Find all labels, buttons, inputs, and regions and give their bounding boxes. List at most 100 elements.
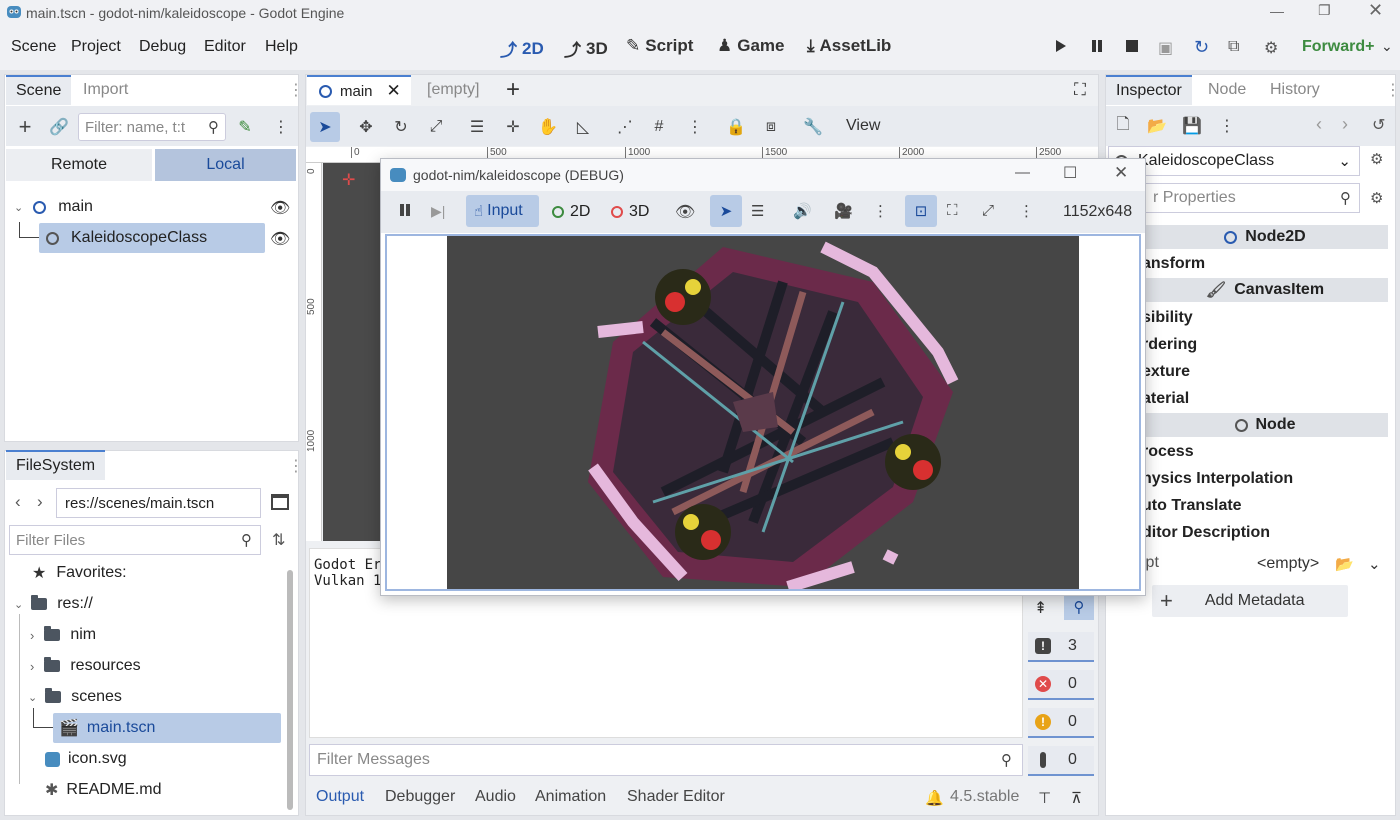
bottom-tab-animation[interactable]: Animation [535, 788, 606, 806]
pin-icon[interactable]: ⊤ [1038, 789, 1051, 807]
group-transform[interactable]: ansform [1142, 255, 1205, 273]
visibility-eye-icon[interactable]: 👁 [270, 198, 290, 218]
load-folder-icon[interactable]: 📂 [1335, 555, 1354, 573]
filter-messages-input[interactable]: Filter Messages ⚲ [309, 744, 1023, 776]
close-window-button[interactable]: ✕ [1368, 0, 1383, 21]
chevron-down-icon[interactable]: ⌄ [14, 201, 23, 214]
tree-node-kaleidoscope[interactable]: KaleidoscopeClass [39, 223, 265, 253]
filter-messages-badge[interactable]: ! 3 [1028, 632, 1094, 662]
maximize-button[interactable]: ❐ [1318, 2, 1331, 19]
fs-folder-nim[interactable]: › nim [30, 620, 96, 650]
tab-main[interactable]: main ✕ [307, 75, 411, 105]
skeleton-icon[interactable]: 🔧 [800, 114, 826, 140]
group-icon[interactable]: ⧈ [758, 114, 784, 140]
movie-maker-icon[interactable]: ⧉ [1228, 38, 1239, 56]
mode-3d-button[interactable]: 3D [611, 203, 649, 221]
select-tool-icon[interactable]: ➤ [310, 112, 340, 142]
workspace-script[interactable]: ✎ Script [626, 36, 693, 56]
dock-menu-icon[interactable]: ⋮ [288, 456, 304, 476]
fs-res-root[interactable]: ⌄ res:// [14, 589, 93, 619]
menu-debug[interactable]: Debug [139, 38, 186, 56]
group-ordering[interactable]: rdering [1142, 336, 1197, 354]
visibility-eye-icon[interactable]: 👁 [675, 202, 695, 222]
pan-tool-icon[interactable]: ✋ [535, 114, 561, 140]
chevron-down-icon[interactable]: ⌄ [1381, 38, 1393, 55]
chevron-down-icon[interactable]: ⌄ [1368, 555, 1381, 573]
menu-scene[interactable]: Scene [11, 38, 56, 56]
filter-info-badge[interactable]: 0 [1028, 746, 1094, 776]
fs-path-input[interactable]: res://scenes/main.tscn [56, 488, 261, 518]
maximize-button[interactable]: ☐ [1063, 163, 1077, 183]
fs-folder-scenes[interactable]: ⌄ scenes [28, 682, 122, 712]
profiler-icon[interactable]: ⚙ [1264, 38, 1278, 58]
fs-filter-input[interactable]: Filter Files ⚲ [9, 525, 261, 555]
tree-node-main[interactable]: ⌄ main [14, 192, 93, 222]
chevron-right-icon[interactable]: › [30, 628, 34, 643]
mode-2d-button[interactable]: 2D [552, 203, 590, 221]
fs-file-icon-svg[interactable]: icon.svg [45, 744, 127, 774]
section-node[interactable]: Node [1142, 413, 1388, 437]
embed-mode-icon[interactable]: ⊡ [905, 195, 937, 227]
scene-filter-input[interactable]: Filter: name, t:t ⚲ [78, 113, 226, 141]
size-menu-icon[interactable]: ⋮ [1019, 202, 1034, 220]
workspace-2d[interactable]: ⤴ 2D [500, 36, 544, 61]
tab-history[interactable]: History [1260, 75, 1330, 105]
visibility-eye-icon[interactable]: 👁 [270, 229, 290, 249]
pause-icon[interactable] [398, 203, 412, 217]
save-icon[interactable]: 💾 [1179, 113, 1205, 139]
history-back-icon[interactable]: ‹ [1316, 114, 1322, 135]
attach-script-icon[interactable]: ✎ [232, 114, 258, 140]
filter-warnings-badge[interactable]: ! 0 [1028, 708, 1094, 738]
bottom-tab-output[interactable]: Output [316, 788, 364, 806]
object-history-icon[interactable]: ↺ [1372, 115, 1385, 135]
group-physics-interpolation[interactable]: hysics Interpolation [1142, 470, 1293, 488]
tab-import[interactable]: Import [73, 75, 138, 105]
play-button[interactable] [1054, 38, 1068, 54]
group-texture[interactable]: exture [1142, 363, 1190, 381]
split-view-icon[interactable] [271, 494, 289, 510]
search-toggle[interactable]: ⚲ [1064, 594, 1094, 620]
fit-window-icon[interactable]: ⛶ [947, 202, 958, 219]
expand-panel-icon[interactable]: ⊼ [1071, 789, 1082, 807]
sort-icon[interactable]: ⇅ [272, 530, 285, 550]
menu-project[interactable]: Project [71, 38, 121, 56]
collapse-icon[interactable]: ⇞ [1034, 598, 1047, 618]
add-metadata-button[interactable]: + Add Metadata [1152, 585, 1348, 617]
chevron-right-icon[interactable]: › [30, 659, 34, 674]
game-viewport[interactable] [385, 234, 1141, 591]
inspector-menu-icon[interactable]: ⋮ [1214, 113, 1240, 139]
remote-button[interactable]: Remote [6, 149, 152, 181]
group-material[interactable]: aterial [1142, 390, 1189, 408]
view-menu[interactable]: View [846, 117, 880, 135]
filter-errors-badge[interactable]: ✕ 0 [1028, 670, 1094, 700]
camera-icon[interactable]: 🎥 [834, 202, 853, 220]
dock-menu-icon[interactable]: ⋮ [1385, 80, 1400, 100]
section-node2d[interactable]: Node2D [1142, 225, 1388, 249]
pause-button[interactable] [1090, 39, 1104, 53]
select-mode-icon[interactable]: ➤ [710, 195, 742, 227]
group-visibility[interactable]: sibility [1142, 309, 1193, 327]
list-select-icon[interactable]: ☰ [751, 202, 764, 220]
minimize-button[interactable]: — [1015, 164, 1030, 181]
bottom-tab-debugger[interactable]: Debugger [385, 788, 455, 806]
fs-folder-resources[interactable]: › resources [30, 651, 141, 681]
link-icon[interactable]: 🔗 [46, 114, 72, 140]
object-tools-icon[interactable]: ⚙ [1370, 150, 1383, 168]
workspace-3d[interactable]: ⤴ 3D [564, 36, 608, 61]
workspace-game[interactable]: ♟ Game [717, 36, 785, 56]
menu-editor[interactable]: Editor [204, 38, 246, 56]
section-canvasitem[interactable]: 🖌 CanvasItem [1142, 278, 1388, 302]
audio-icon[interactable]: 🔊 [793, 202, 812, 220]
rotate-tool-icon[interactable]: ↻ [388, 114, 414, 140]
distraction-free-icon[interactable]: ⛶ [1074, 80, 1086, 100]
forward-icon[interactable]: › [37, 492, 43, 512]
back-icon[interactable]: ‹ [15, 492, 21, 512]
workspace-assetlib[interactable]: ⤓ AssetLib [807, 36, 891, 56]
tab-filesystem[interactable]: FileSystem [6, 450, 106, 480]
fs-scrollbar[interactable] [287, 570, 293, 810]
script-value[interactable]: <empty> [1257, 555, 1319, 573]
remote-debug-icon[interactable]: ▣ [1158, 38, 1173, 58]
group-auto-translate[interactable]: uto Translate [1142, 497, 1242, 515]
chevron-down-icon[interactable]: ⌄ [14, 598, 23, 611]
new-resource-icon[interactable]: 🗋 [1110, 113, 1136, 139]
